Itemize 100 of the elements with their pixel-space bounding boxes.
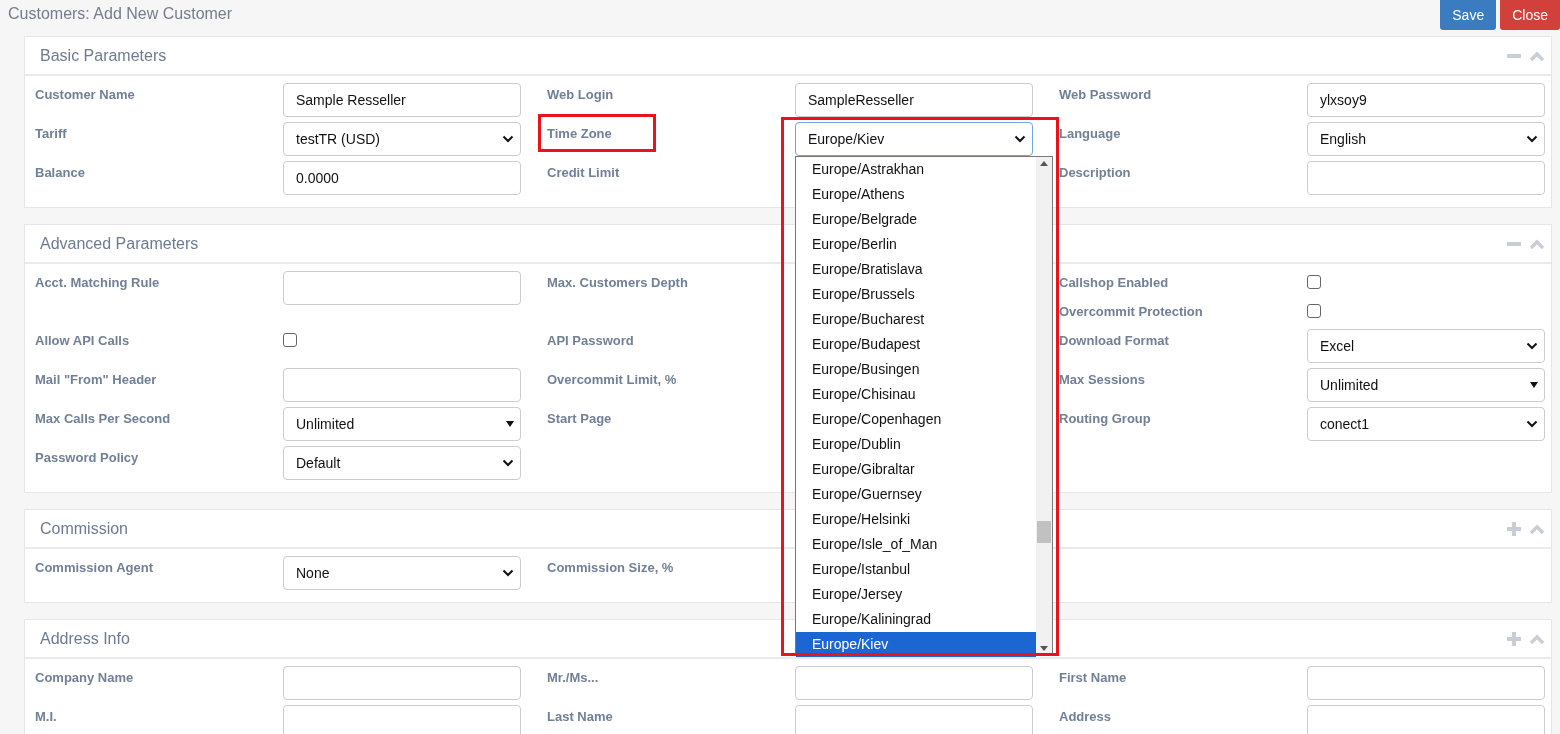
section-title: Basic Parameters [40, 46, 167, 65]
dropdown-field[interactable]: Excel [1307, 329, 1545, 363]
checkbox[interactable] [1307, 275, 1321, 289]
input-field[interactable] [795, 705, 1033, 734]
dropdown-option[interactable]: Europe/Bratislava [796, 257, 1036, 282]
chevron-down-icon [1526, 135, 1538, 143]
dropdown-option[interactable]: Europe/Kaliningrad [796, 607, 1036, 632]
dropdown-option[interactable]: Europe/Budapest [796, 332, 1036, 357]
field-label: Max. Customers Depth [547, 274, 688, 290]
dropdown-field[interactable]: Unlimited [1307, 368, 1545, 402]
chevron-down-icon [1526, 342, 1538, 350]
field-label: Max Sessions [1059, 371, 1145, 387]
dropdown-option[interactable]: Europe/Bucharest [796, 307, 1036, 332]
input-field[interactable] [283, 666, 521, 700]
dropdown-option[interactable]: Europe/Athens [796, 182, 1036, 207]
field-label: Credit Limit [547, 164, 620, 180]
chevron-down-icon [502, 135, 514, 143]
dropdown-option[interactable]: Europe/Belgrade [796, 207, 1036, 232]
triangle-down-icon [1530, 382, 1538, 388]
dropdown-option[interactable]: Europe/Copenhagen [796, 407, 1036, 432]
scrollbar-thumb[interactable] [1037, 521, 1051, 543]
field-label: Balance [35, 164, 85, 180]
section-title: Address Info [40, 629, 130, 648]
field-label: Password Policy [35, 449, 139, 465]
dropdown-option[interactable]: Europe/Guernsey [796, 482, 1036, 507]
dropdown-field[interactable]: None [283, 556, 521, 590]
input-field[interactable] [1307, 705, 1545, 734]
field-label: Commission Agent [35, 559, 153, 575]
section-title: Advanced Parameters [40, 234, 199, 253]
chevron-down-icon [502, 459, 514, 467]
field-label: Allow API Calls [35, 332, 130, 348]
field-label: Description [1059, 164, 1131, 180]
chevron-down-icon [502, 569, 514, 577]
dropdown-option[interactable]: Europe/Kiev [796, 632, 1036, 657]
input-field[interactable]: SampleResseller [795, 83, 1033, 117]
field-label: First Name [1059, 669, 1127, 685]
input-field[interactable] [1307, 666, 1545, 700]
field-label: API Password [547, 332, 634, 348]
field-label: Max Calls Per Second [35, 410, 171, 426]
input-field[interactable]: ylxsoy9 [1307, 83, 1545, 117]
chevron-up-icon[interactable] [1529, 237, 1545, 250]
dropdown-field[interactable]: Default [283, 446, 521, 480]
input-field[interactable] [283, 705, 521, 734]
dropdown-option[interactable]: Europe/Brussels [796, 282, 1036, 307]
page-title: Customers: Add New Customer [7, 4, 233, 23]
triangle-down-icon [506, 421, 514, 427]
dropdown-field[interactable]: English [1307, 122, 1545, 156]
plus-icon[interactable] [1507, 521, 1521, 536]
field-label: Routing Group [1059, 410, 1151, 426]
checkbox[interactable] [1307, 304, 1321, 318]
input-field[interactable]: Sample Resseller [283, 83, 521, 117]
field-label: Overcommit Protection [1059, 303, 1203, 319]
scroll-down-icon[interactable] [1040, 646, 1048, 651]
input-field[interactable] [795, 666, 1033, 700]
field-label: Mr./Ms... [547, 669, 599, 685]
checkbox[interactable] [283, 333, 297, 347]
input-field[interactable] [1307, 161, 1545, 195]
field-label: Language [1059, 125, 1121, 141]
dropdown-option[interactable]: Europe/Astrakhan [796, 157, 1036, 182]
dropdown-option[interactable]: Europe/Istanbul [796, 557, 1036, 582]
field-label: Web Login [547, 86, 614, 102]
dropdown-field[interactable]: Unlimited [283, 407, 521, 441]
field-label: Last Name [547, 708, 613, 724]
chevron-up-icon[interactable] [1529, 632, 1545, 645]
chevron-up-icon[interactable] [1529, 49, 1545, 62]
field-label: Callshop Enabled [1059, 274, 1169, 290]
dropdown-option[interactable]: Europe/Dublin [796, 432, 1036, 457]
field-label: Overcommit Limit, % [547, 371, 677, 387]
input-field[interactable]: 0.0000 [283, 161, 521, 195]
chevron-up-icon[interactable] [1529, 522, 1545, 535]
field-label: Company Name [35, 669, 134, 685]
scroll-up-icon[interactable] [1040, 161, 1048, 166]
dropdown-option[interactable]: Europe/Busingen [796, 357, 1036, 382]
dropdown-option[interactable]: Europe/Berlin [796, 232, 1036, 257]
field-label: Mail "From" Header [35, 371, 157, 387]
dropdown-option[interactable]: Europe/Gibraltar [796, 457, 1036, 482]
close-button[interactable]: Close [1500, 0, 1560, 30]
field-label: Download Format [1059, 332, 1169, 348]
dropdown-option[interactable]: Europe/Jersey [796, 582, 1036, 607]
field-label: Web Password [1059, 86, 1152, 102]
dropdown-field[interactable]: Europe/Kiev [795, 122, 1033, 156]
plus-icon[interactable] [1507, 631, 1521, 646]
field-label: Time Zone [547, 125, 612, 141]
dropdown-field[interactable]: conect1 [1307, 407, 1545, 441]
input-field[interactable] [283, 271, 521, 305]
field-label: Customer Name [35, 86, 135, 102]
dropdown-option[interactable]: Europe/Chisinau [796, 382, 1036, 407]
dropdown-option[interactable]: Europe/Isle_of_Man [796, 532, 1036, 557]
field-label: Address [1059, 708, 1112, 724]
field-label: Acct. Matching Rule [35, 274, 160, 290]
chevron-down-icon [1526, 420, 1538, 428]
field-label: Commission Size, % [547, 559, 674, 575]
input-field[interactable] [283, 368, 521, 402]
field-label: Tariff [35, 125, 67, 141]
save-button[interactable]: Save [1440, 0, 1497, 30]
dropdown-field[interactable]: testTR (USD) [283, 122, 521, 156]
chevron-down-icon [1014, 135, 1026, 143]
scrollbar[interactable] [1036, 157, 1052, 655]
dropdown-option[interactable]: Europe/Helsinki [796, 507, 1036, 532]
field-label: Start Page [547, 410, 612, 426]
